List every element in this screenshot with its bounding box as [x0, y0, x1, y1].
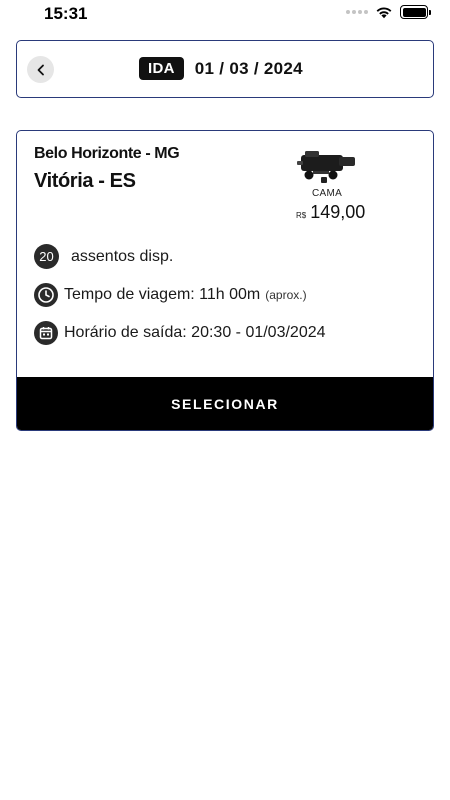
clock-icon: [34, 283, 58, 307]
trip-card[interactable]: Belo Horizonte - MG Vitória - ES CAMA R$…: [16, 130, 434, 431]
trip-date: 01 / 03 / 2024: [194, 58, 303, 78]
price-value: 149,00: [310, 202, 366, 222]
travel-time-note: (aprox.): [265, 288, 307, 302]
origin-city: Belo Horizonte - MG: [34, 145, 180, 162]
seats-label: assentos disp.: [71, 247, 174, 265]
bus-icon: [297, 151, 355, 183]
calendar-icon: [34, 321, 58, 345]
trip-date-display: IDA 01 / 03 / 2024: [139, 57, 303, 80]
battery-icon: [400, 5, 431, 19]
status-bar: 15:31: [0, 0, 450, 28]
travel-time-label: Tempo de viagem: 11h 00m: [64, 286, 261, 303]
travel-time-row: Tempo de viagem: 11h 00m (aprox.): [34, 283, 307, 307]
price: R$ 149,00: [296, 202, 365, 223]
date-header: IDA 01 / 03 / 2024: [16, 40, 434, 98]
status-icons: [346, 5, 431, 19]
seats-count-badge: 20: [34, 244, 59, 269]
seat-type: CAMA: [311, 188, 343, 199]
destination-city: Vitória - ES: [34, 170, 136, 192]
wifi-icon: [376, 7, 392, 19]
cellular-signal-icon: [346, 10, 368, 14]
chevron-left-icon: [37, 64, 44, 75]
select-button[interactable]: SELECIONAR: [17, 377, 433, 430]
departure-label: Horário de saída: 20:30 - 01/03/2024: [64, 324, 326, 341]
seats-row: 20 assentos disp.: [34, 244, 173, 269]
departure-row: Horário de saída: 20:30 - 01/03/2024: [34, 321, 326, 345]
currency: R$: [296, 211, 307, 220]
back-button[interactable]: [27, 56, 54, 83]
status-time: 15:31: [44, 4, 88, 23]
trip-direction-badge: IDA: [139, 57, 184, 80]
